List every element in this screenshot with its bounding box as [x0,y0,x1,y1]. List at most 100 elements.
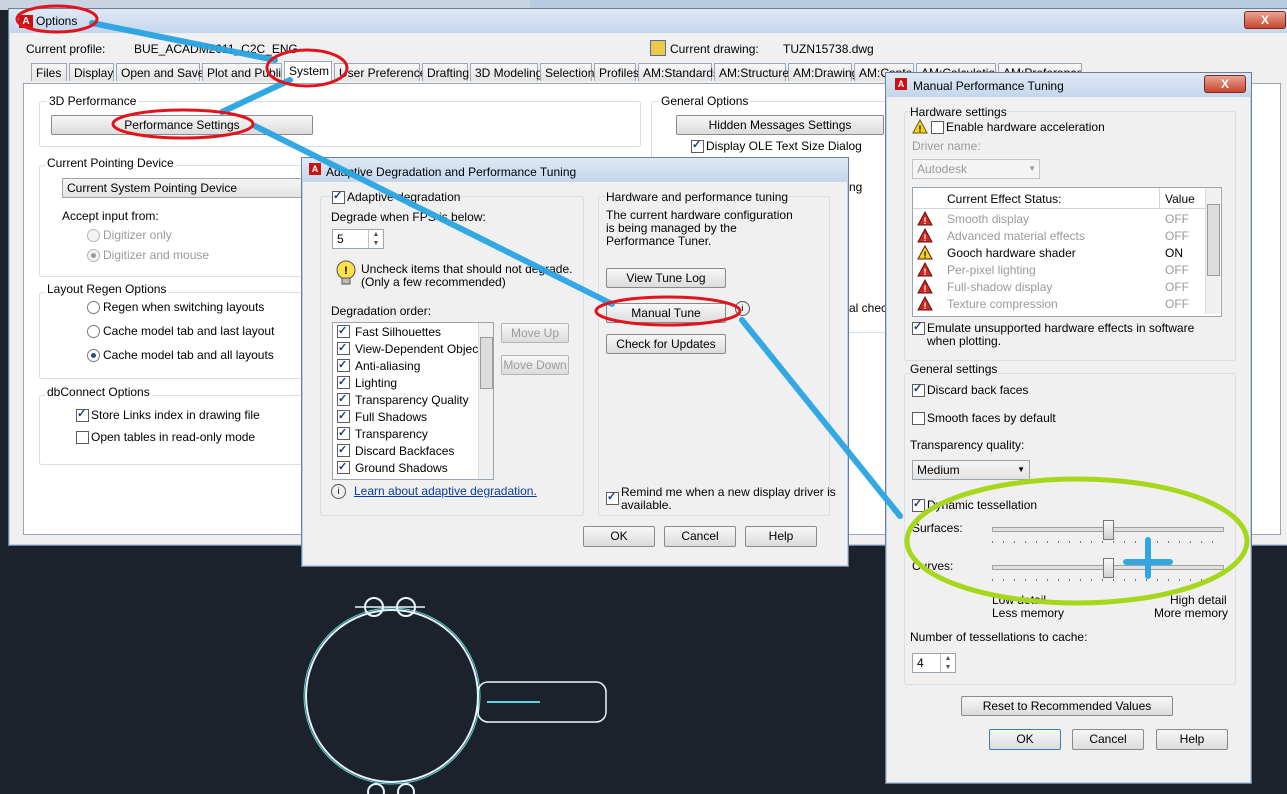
tab-am-structure[interactable]: AM:Structure [714,63,789,81]
more-memory-label: More memory [1154,606,1229,620]
discard-back-faces-label: Discard back faces [927,383,1029,397]
open-readonly-label: Open tables in read-only mode [91,430,256,444]
list-item-checkbox[interactable] [337,357,350,374]
remind-driver-checkbox[interactable] [606,490,619,505]
adaptive-degradation-checkbox[interactable] [332,189,345,204]
manual-cancel-button[interactable]: Cancel [1072,729,1144,750]
list-item-checkbox[interactable] [337,391,350,408]
list-item-checkbox[interactable] [337,442,350,459]
regen-switching-radio[interactable] [87,301,100,314]
warning-icon: ! [917,245,933,260]
effect-row: ! Full-shadow display OFF [913,278,1205,295]
list-item[interactable]: Transparency Quality [337,391,469,409]
svg-text:!: ! [924,284,927,294]
drawing-circle [305,609,479,783]
tab-user-preferences[interactable]: User Preferences [334,63,432,81]
manual-tune-button[interactable]: Manual Tune [606,303,726,323]
tab-open-and-save[interactable]: Open and Save [116,63,204,81]
hidden-messages-button[interactable]: Hidden Messages Settings [676,115,884,135]
list-item[interactable]: Ground Shadows [337,459,448,477]
drawing-hole-bottom-left [367,783,385,794]
list-item-checkbox[interactable] [337,408,350,425]
fps-spin-icon[interactable]: ▲ ▼ [368,230,383,248]
transparency-quality-dropdown[interactable]: Medium ▼ [912,460,1030,480]
tab-drafting[interactable]: Drafting [422,63,469,81]
manual-help-button[interactable]: Help [1156,729,1228,750]
reset-recommended-button[interactable]: Reset to Recommended Values [961,696,1173,716]
list-item[interactable]: Anti-aliasing [337,357,420,375]
pointing-device-dropdown[interactable]: Current System Pointing Device [62,178,307,198]
degradation-order-label: Degradation order: [331,304,432,318]
tab-system[interactable]: System [284,61,332,83]
cache-last-layout-radio[interactable] [87,325,100,338]
effect-value: OFF [1165,280,1189,294]
store-links-checkbox[interactable] [76,407,89,422]
learn-adaptive-link[interactable]: Learn about adaptive degradation. [354,484,537,498]
fps-stepper[interactable]: 5 ▲ ▼ [332,229,384,249]
move-down-button[interactable]: Move Down [501,355,569,375]
adaptive-help-button[interactable]: Help [745,526,817,547]
smooth-faces-checkbox[interactable] [912,412,925,425]
num-spin-icon[interactable]: ▲ ▼ [940,654,955,672]
options-close-icon[interactable]: X [1244,11,1286,29]
less-memory-label: Less memory [992,606,1065,620]
driver-dropdown[interactable]: Autodesk ▼ [912,159,1040,179]
tab-profiles[interactable]: Profiles [594,63,639,81]
high-detail-label: High detail [1170,593,1227,607]
tab-am-standards[interactable]: AM:Standards [638,63,719,81]
effect-table-scrollbar[interactable] [1205,188,1220,314]
list-item-checkbox[interactable] [337,459,350,476]
list-item[interactable]: View-Dependent Objects [337,340,488,358]
list-item[interactable]: Transparency [337,425,428,443]
open-readonly-checkbox[interactable] [76,431,89,444]
adaptive-title: Adaptive Degradation and Performance Tun… [326,165,577,179]
list-scroll-thumb[interactable] [480,337,493,389]
cache-all-layouts-radio[interactable] [87,349,100,362]
effect-scroll-thumb[interactable] [1207,204,1220,276]
current-drawing-value: TUZN15738.dwg [783,42,874,56]
dynamic-tessellation-checkbox[interactable] [912,497,925,512]
digitizer-only-radio[interactable] [87,229,100,242]
effect-value: OFF [1165,297,1189,311]
list-item[interactable]: Discard Backfaces [337,442,454,460]
num-tessellations-stepper[interactable]: 4 ▲ ▼ [912,653,956,673]
tab-plot-and-publish[interactable]: Plot and Publish [202,63,282,81]
adaptive-cancel-button[interactable]: Cancel [664,526,736,547]
info-bulb-icon: ! [336,260,356,285]
tab-selection[interactable]: Selection [540,63,594,81]
hw-warning-icon: ! [912,119,928,134]
discard-back-faces-checkbox[interactable] [912,382,925,397]
check-updates-button[interactable]: Check for Updates [606,334,726,354]
adaptive-ok-button[interactable]: OK [583,526,655,547]
current-profile-value: BUE_ACADM2011_C2C_ENG [134,42,298,56]
list-item[interactable]: Full Shadows [337,408,427,426]
surfaces-slider[interactable] [992,519,1224,549]
move-up-button[interactable]: Move Up [501,323,569,343]
svg-text:!: ! [924,250,927,260]
list-item[interactable]: Lighting [337,374,397,392]
tab-files[interactable]: Files [31,63,67,81]
digitizer-mouse-radio[interactable] [87,249,100,262]
list-item[interactable]: Fast Silhouettes [337,323,441,341]
manual-ok-button[interactable]: OK [989,729,1061,750]
list-item-checkbox[interactable] [337,340,350,357]
enable-hw-checkbox[interactable] [931,121,944,134]
performance-settings-button[interactable]: Performance Settings [51,115,313,135]
list-item-checkbox[interactable] [337,374,350,391]
surfaces-slider-thumb[interactable] [1102,520,1114,540]
tab-3d-modeling[interactable]: 3D Modeling [470,63,542,81]
list-item-checkbox[interactable] [337,425,350,442]
tab-display[interactable]: Display [69,63,114,81]
emulate-checkbox[interactable] [912,320,925,335]
list-item-checkbox[interactable] [337,323,350,340]
manual-close-icon[interactable]: X [1204,75,1246,93]
curves-slider-thumb[interactable] [1102,558,1114,578]
uncheck-note-line1: Uncheck items that should not degrade. [361,262,573,276]
display-ole-checkbox[interactable] [691,138,704,153]
curves-slider[interactable] [992,557,1224,587]
degradation-order-list[interactable]: Fast Silhouettes View-Dependent Objects … [332,322,494,480]
emulate-line2: when plotting. [927,334,1002,348]
view-tune-log-button[interactable]: View Tune Log [606,268,726,288]
list-scrollbar[interactable] [478,323,493,479]
tab-am-drawing[interactable]: AM:Drawing [788,63,858,81]
